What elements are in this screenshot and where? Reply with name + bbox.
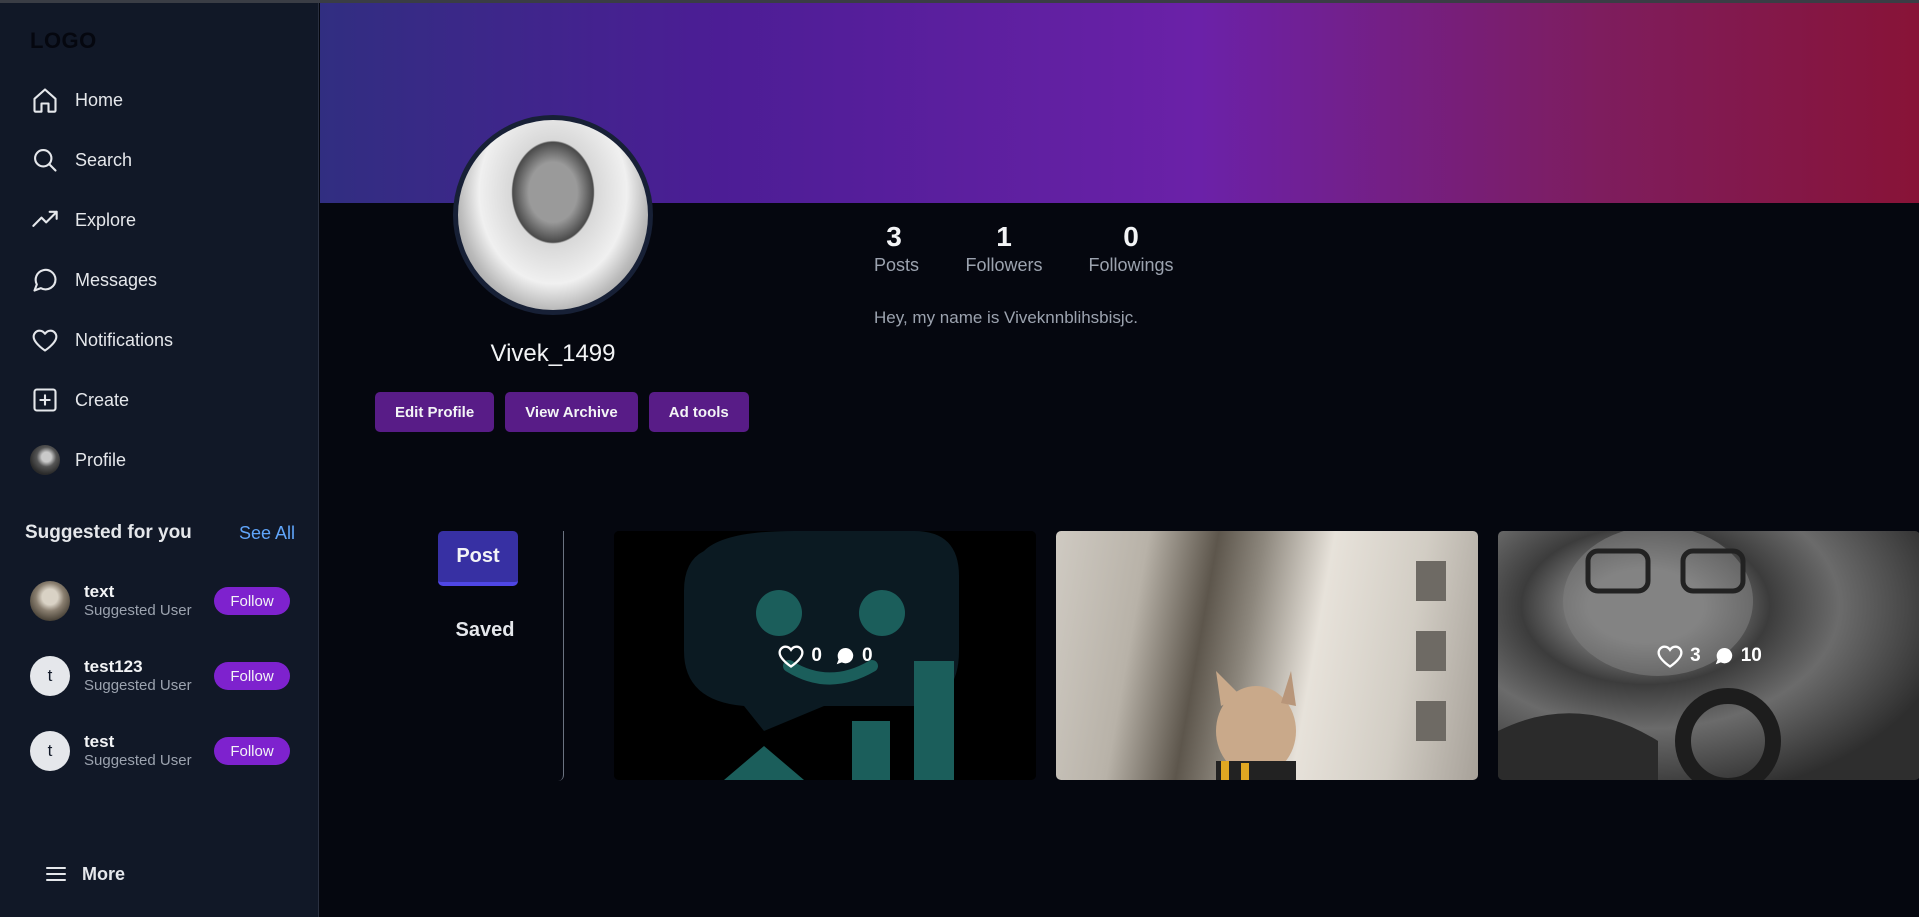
stat-label: Followings — [1088, 255, 1174, 275]
profile-actions: Edit Profile View Archive Ad tools — [375, 392, 749, 432]
post-image — [1216, 561, 1446, 780]
suggested-user-row: t test123 Suggested User Follow — [30, 654, 290, 698]
tab-post[interactable]: Post — [438, 531, 518, 586]
follow-button[interactable]: Follow — [214, 737, 290, 765]
sidebar-item-create[interactable]: Create — [30, 380, 129, 420]
stat-label: Followers — [965, 255, 1043, 275]
menu-icon — [46, 867, 66, 881]
sidebar-item-explore[interactable]: Explore — [30, 200, 136, 240]
sidebar-item-home[interactable]: Home — [30, 80, 123, 120]
stat-label: Posts — [874, 255, 920, 275]
post-tile[interactable]: 0 0 — [614, 531, 1036, 780]
suggested-user-subtitle: Suggested User — [84, 602, 192, 619]
sidebar-item-label: Profile — [75, 449, 127, 470]
more-button[interactable]: More — [44, 862, 125, 886]
sidebar: LOGO Home Search Explore Messages Notifi… — [0, 0, 319, 917]
avatar[interactable] — [30, 581, 70, 621]
plus-square-icon — [30, 385, 60, 415]
heart-icon — [30, 325, 60, 355]
sidebar-item-notifications[interactable]: Notifications — [30, 320, 173, 360]
search-icon — [30, 145, 60, 175]
suggested-user-row: t test Suggested User Follow — [30, 729, 290, 773]
stat-value: 0 — [1123, 221, 1139, 252]
sidebar-item-label: Create — [75, 389, 130, 410]
message-circle-icon — [30, 265, 60, 295]
avatar[interactable]: t — [30, 731, 70, 771]
post-likes: 3 — [1656, 642, 1701, 670]
post-tile[interactable] — [1056, 531, 1478, 780]
sidebar-item-profile[interactable]: Profile — [30, 440, 126, 480]
post-like-count: 0 — [811, 644, 822, 666]
post-tile[interactable]: 3 10 — [1498, 531, 1919, 780]
post-comment-count: 0 — [862, 644, 873, 666]
post-stats-overlay: 3 10 — [1498, 531, 1919, 780]
stat-value: 3 — [886, 221, 902, 252]
post-comment-count: 10 — [1740, 644, 1762, 666]
tab-saved[interactable]: Saved — [438, 619, 532, 642]
sidebar-item-search[interactable]: Search — [30, 140, 132, 180]
sidebar-item-label: Search — [75, 149, 133, 170]
sidebar-item-label: Messages — [75, 269, 158, 290]
suggested-user-row: text Suggested User Follow — [30, 579, 290, 623]
see-all-link[interactable]: See All — [239, 523, 295, 544]
avatar-icon — [30, 445, 60, 475]
sidebar-item-label: Home — [75, 89, 124, 110]
profile-picture[interactable] — [453, 115, 653, 315]
ad-tools-button[interactable]: Ad tools — [648, 392, 749, 432]
sidebar-item-label: Notifications — [75, 329, 174, 350]
suggested-user-subtitle: Suggested User — [84, 752, 192, 769]
suggested-title: Suggested for you — [25, 522, 192, 543]
stat-followers[interactable]: 1 Followers — [964, 220, 1044, 276]
suggested-user-name[interactable]: test — [84, 732, 204, 752]
view-archive-button[interactable]: View Archive — [505, 392, 638, 432]
post-comments: 10 — [1713, 645, 1762, 667]
avatar[interactable]: t — [30, 656, 70, 696]
sidebar-item-messages[interactable]: Messages — [30, 260, 157, 300]
stat-followings[interactable]: 0 Followings — [1086, 220, 1176, 276]
follow-button[interactable]: Follow — [214, 662, 290, 690]
home-icon — [30, 85, 60, 115]
logo[interactable]: LOGO — [30, 28, 97, 54]
window-top-border — [0, 0, 1919, 3]
stat-posts[interactable]: 3 Posts — [874, 220, 920, 276]
suggested-user-name[interactable]: text — [84, 582, 204, 602]
post-like-count: 3 — [1690, 644, 1701, 666]
post-comments: 0 — [834, 645, 873, 667]
more-label: More — [82, 863, 126, 884]
edit-profile-button[interactable]: Edit Profile — [375, 392, 495, 432]
profile-bio: Hey, my name is Viveknnblihsbisjc. — [874, 308, 1138, 327]
heart-icon — [778, 644, 804, 668]
suggested-header: Suggested for you See All — [25, 522, 295, 544]
comment-icon — [1715, 647, 1732, 664]
heart-icon — [1657, 644, 1683, 668]
suggested-user-name[interactable]: test123 — [84, 657, 204, 677]
sidebar-item-label: Explore — [75, 209, 137, 230]
stat-value: 1 — [996, 221, 1012, 252]
suggested-user-subtitle: Suggested User — [84, 677, 192, 694]
post-likes: 0 — [777, 642, 822, 670]
trending-up-icon — [30, 205, 60, 235]
profile-tabs: Post Saved — [438, 531, 564, 781]
post-stats-overlay: 0 0 — [614, 531, 1036, 780]
comment-icon — [836, 647, 854, 664]
follow-button[interactable]: Follow — [214, 587, 290, 615]
profile-stats: 3 Posts 1 Followers 0 Followings — [874, 220, 1176, 276]
profile-username: Vivek_1499 — [490, 340, 616, 367]
